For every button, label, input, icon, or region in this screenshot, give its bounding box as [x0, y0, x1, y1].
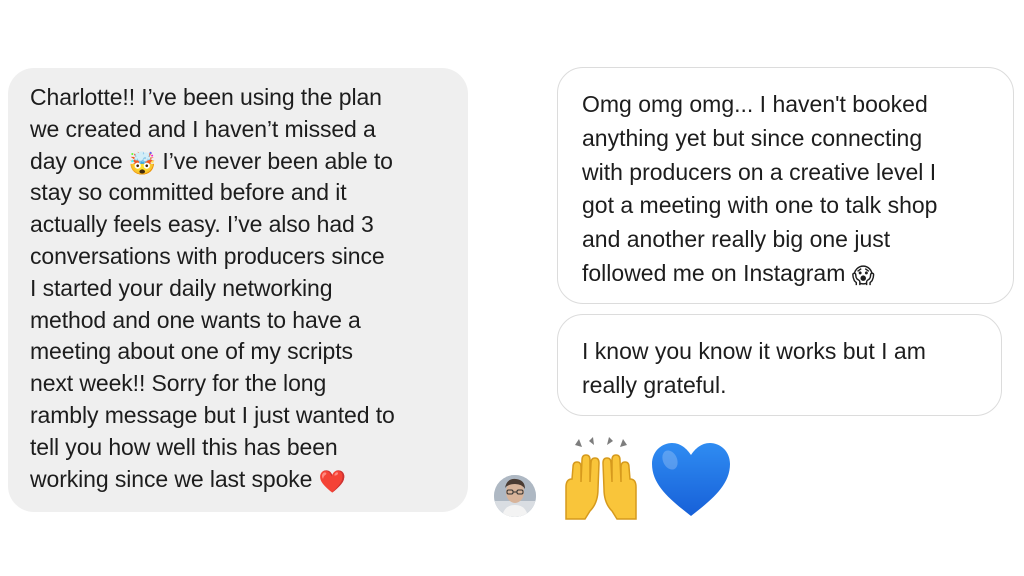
outgoing-message-bubble-2[interactable]: I know you know it works but I am really… [557, 314, 1002, 416]
raising-hands-reaction[interactable]: 🙌 [551, 437, 651, 523]
outgoing-message-text-1: Omg omg omg... I haven't booked anything… [582, 88, 995, 291]
outgoing-message-text-2: I know you know it works but I am really… [582, 338, 926, 398]
red-heart-emoji-icon: ❤️ [318, 469, 346, 495]
outgoing-message-text-1-body: Omg omg omg... I haven't booked anything… [582, 91, 938, 286]
incoming-message-bubble[interactable]: Charlotte!! I’ve been using the plan we … [8, 68, 468, 512]
avatar[interactable] [494, 475, 536, 517]
blue-heart-icon: 💙 [652, 443, 730, 516]
blue-heart-reaction[interactable]: 💙 [648, 437, 734, 523]
incoming-message-text-part2: I’ve never been able to stay so committe… [30, 147, 395, 492]
raising-hands-icon: 🙌 [565, 437, 637, 520]
outgoing-message-bubble-1[interactable]: Omg omg omg... I haven't booked anything… [557, 67, 1014, 304]
screaming-face-emoji-icon: 😱 [851, 263, 875, 289]
mind-blown-emoji-icon: 🤯 [128, 151, 157, 177]
incoming-message-text: Charlotte!! I’ve been using the plan we … [30, 82, 450, 495]
chat-screen: Charlotte!! I’ve been using the plan we … [0, 0, 1024, 576]
avatar-image [494, 475, 536, 517]
